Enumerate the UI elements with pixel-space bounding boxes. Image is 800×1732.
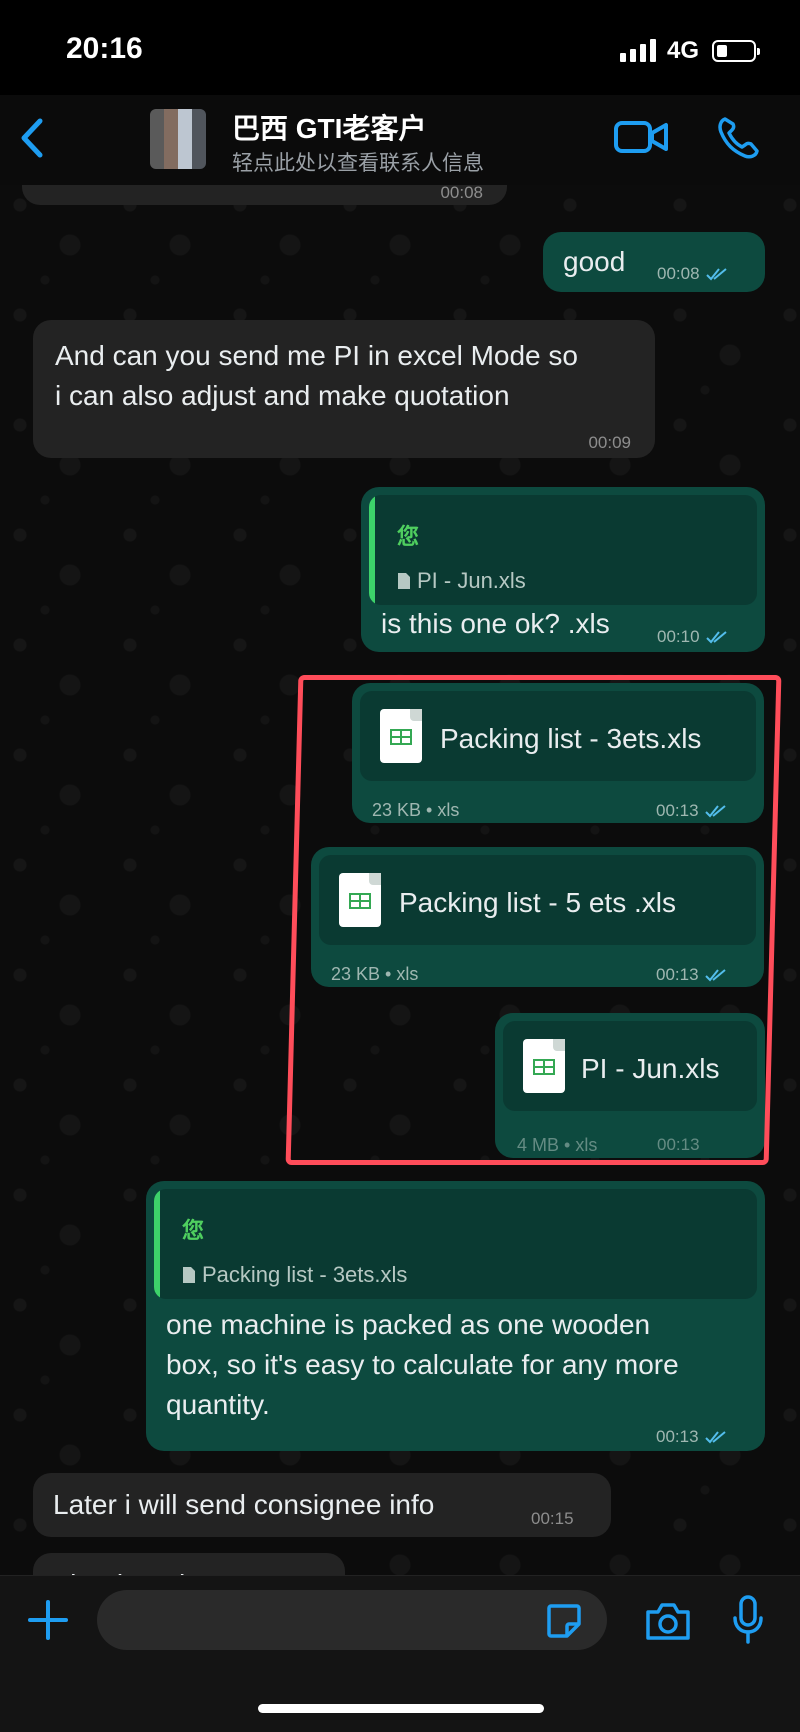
status-bar: 20:16 4G: [0, 0, 800, 95]
voice-call-icon[interactable]: [716, 115, 760, 161]
message-partial[interactable]: 00:08: [22, 185, 507, 205]
message-outgoing[interactable]: good 00:08: [543, 232, 765, 292]
status-time: 20:16: [66, 32, 143, 65]
quoted-message[interactable]: 您 PI - Jun.xls: [369, 495, 757, 605]
video-call-icon[interactable]: [614, 115, 668, 159]
signal-icon: [620, 38, 656, 62]
chat-area[interactable]: 00:08 good 00:08 And can you send me PI …: [0, 185, 800, 1575]
contact-info-hint[interactable]: 轻点此处以查看联系人信息: [232, 147, 484, 177]
document-icon: [398, 573, 410, 589]
quoted-message[interactable]: 您 Packing list - 3ets.xls: [154, 1189, 757, 1299]
back-chevron-icon[interactable]: [14, 113, 50, 163]
contact-name[interactable]: 巴西 GTI老客户: [232, 107, 426, 147]
sticker-icon[interactable]: [545, 1602, 583, 1640]
message-input[interactable]: [97, 1590, 607, 1650]
message-composer: [0, 1575, 800, 1732]
read-ticks-icon: [705, 268, 727, 281]
contact-avatar[interactable]: [150, 109, 206, 169]
red-highlight-annotation: [285, 675, 782, 1165]
microphone-icon[interactable]: [730, 1594, 766, 1646]
battery-icon: [712, 40, 760, 62]
camera-icon[interactable]: [644, 1600, 692, 1642]
plus-icon[interactable]: [26, 1598, 70, 1642]
chat-header: 巴西 GTI老客户 轻点此处以查看联系人信息: [0, 95, 800, 188]
home-indicator: [258, 1704, 544, 1713]
read-ticks-icon: [705, 631, 727, 644]
message-incoming-partial[interactable]: Thanks Ethan: [33, 1553, 345, 1575]
document-icon: [183, 1267, 195, 1283]
message-incoming[interactable]: And can you send me PI in excel Mode so …: [33, 320, 655, 458]
message-incoming[interactable]: Later i will send consignee info 00:15: [33, 1473, 611, 1537]
message-outgoing-reply[interactable]: 您 PI - Jun.xls is this one ok? .xls 00:1…: [361, 487, 765, 652]
read-ticks-icon: [704, 1431, 726, 1444]
network-type: 4G: [667, 37, 700, 64]
message-outgoing-reply[interactable]: 您 Packing list - 3ets.xls one machine is…: [146, 1181, 765, 1451]
